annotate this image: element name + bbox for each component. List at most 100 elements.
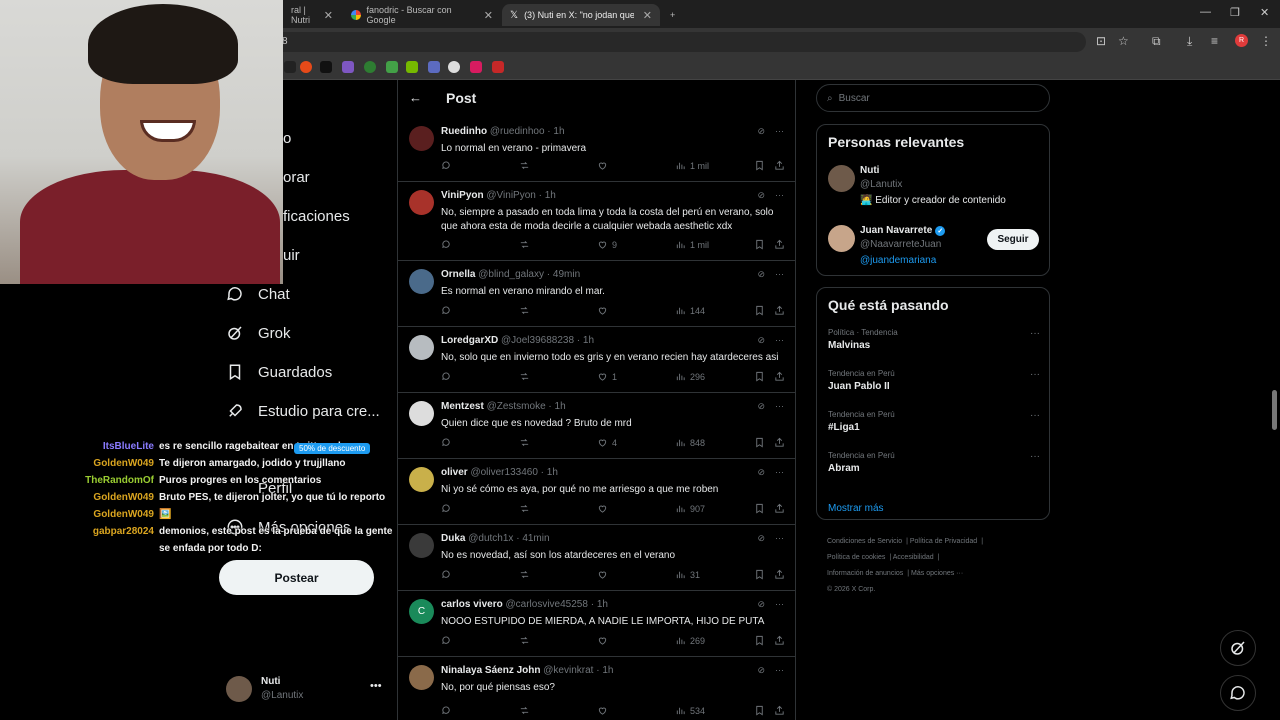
share-button[interactable] xyxy=(774,635,785,646)
bookmark-button[interactable] xyxy=(754,371,765,382)
media-icon[interactable]: ≡ xyxy=(1211,34,1218,48)
reply-button[interactable] xyxy=(441,371,452,382)
more-icon[interactable]: ··· xyxy=(1030,369,1040,380)
timestamp[interactable]: 1h xyxy=(553,126,564,137)
repost-button[interactable] xyxy=(519,305,530,316)
reply-button[interactable] xyxy=(441,160,452,171)
more-icon[interactable]: ··· xyxy=(1030,328,1040,339)
bookmark-button[interactable] xyxy=(754,705,765,716)
like-button[interactable] xyxy=(597,160,612,171)
timestamp[interactable]: 1h xyxy=(545,190,556,201)
trend-item[interactable]: Tendencia en Perú Abram ··· xyxy=(828,451,1040,474)
views-button[interactable]: 31 xyxy=(675,569,700,580)
like-button[interactable] xyxy=(597,705,612,716)
share-button[interactable] xyxy=(774,437,785,448)
share-button[interactable] xyxy=(774,503,785,514)
timestamp[interactable]: 49min xyxy=(553,269,580,280)
page-scrollbar[interactable] xyxy=(1272,390,1277,430)
share-button[interactable] xyxy=(774,371,785,382)
show-more-link[interactable]: Mostrar más xyxy=(828,503,884,514)
like-button[interactable]: 9 xyxy=(597,239,617,250)
reply-button[interactable] xyxy=(441,569,452,580)
trend-item[interactable]: Tendencia en Perú Juan Pablo II ··· xyxy=(828,369,1040,392)
author-handle[interactable]: @kevinkrat xyxy=(543,665,593,676)
timestamp[interactable]: 41min xyxy=(522,533,549,544)
grok-icon[interactable]: ⊘ xyxy=(757,335,765,346)
more-icon[interactable]: ··· xyxy=(1030,451,1040,462)
more-icon[interactable]: ··· xyxy=(775,335,784,346)
bookmark-button[interactable] xyxy=(754,635,765,646)
like-button[interactable]: 1 xyxy=(597,371,617,382)
bookmark-button[interactable] xyxy=(754,569,765,580)
more-icon[interactable]: ··· xyxy=(775,665,784,676)
repost-button[interactable] xyxy=(519,160,530,171)
nav-item-bookmarks[interactable]: Guardados xyxy=(226,357,332,387)
bookmark-button[interactable] xyxy=(754,503,765,514)
repost-button[interactable] xyxy=(519,371,530,382)
bookmark-icon[interactable] xyxy=(320,61,332,73)
grok-icon[interactable]: ⊘ xyxy=(757,533,765,544)
bookmark-icon[interactable] xyxy=(406,61,418,73)
reply-post[interactable]: Duka @dutch1x · 41min ⊘ ··· No es novedad, … xyxy=(398,525,795,591)
author-handle[interactable]: @dutch1x xyxy=(468,533,513,544)
reply-post[interactable]: Ornella @blind_galaxy · 49min ⊘ ··· Es norm… xyxy=(398,261,795,327)
footer-link[interactable]: Condiciones de Servicio xyxy=(827,538,902,545)
author-handle[interactable]: @ruedinhoo xyxy=(490,126,545,137)
reply-post[interactable]: Ruedinho @ruedinhoo · 1h ⊘ ··· Lo normal en… xyxy=(398,118,795,182)
more-icon[interactable]: ··· xyxy=(775,467,784,478)
bookmark-button[interactable] xyxy=(754,305,765,316)
nav-item-home[interactable]: o xyxy=(283,130,291,147)
back-arrow-icon[interactable]: ← xyxy=(409,90,422,105)
like-button[interactable] xyxy=(597,503,612,514)
close-window-button[interactable]: ✕ xyxy=(1260,6,1269,19)
bookmark-icon[interactable] xyxy=(342,61,354,73)
author-name[interactable]: Duka xyxy=(441,533,465,544)
install-app-icon[interactable]: ⊡ xyxy=(1096,34,1106,48)
more-icon[interactable]: ··· xyxy=(775,599,784,610)
bookmark-icon[interactable] xyxy=(428,61,440,73)
timestamp[interactable]: 1h xyxy=(555,401,566,412)
bookmark-icon[interactable] xyxy=(448,61,460,73)
author-name[interactable]: Mentzest xyxy=(441,401,484,412)
bookmark-icon[interactable] xyxy=(284,61,296,73)
nav-item-explore[interactable]: orar xyxy=(283,169,310,186)
like-button[interactable] xyxy=(597,569,612,580)
repost-button[interactable] xyxy=(519,635,530,646)
author-name[interactable]: Ninalaya Sáenz John xyxy=(441,665,540,676)
author-name[interactable]: oliver xyxy=(441,467,468,478)
author-handle[interactable]: @oliver133460 xyxy=(470,467,537,478)
nav-item-follow[interactable]: uir xyxy=(283,247,300,264)
messages-fab[interactable] xyxy=(1220,675,1256,711)
like-button[interactable] xyxy=(597,305,612,316)
author-name[interactable]: carlos vivero xyxy=(441,599,503,610)
share-button[interactable] xyxy=(774,160,785,171)
star-icon[interactable]: ☆ xyxy=(1118,34,1129,48)
trend-item[interactable]: Tendencia en Perú #Liga1 ··· xyxy=(828,410,1040,433)
timestamp[interactable]: 1h xyxy=(597,599,608,610)
author-handle[interactable]: @ViniPyon xyxy=(486,190,535,201)
repost-button[interactable] xyxy=(519,239,530,250)
reply-button[interactable] xyxy=(441,305,452,316)
reply-button[interactable] xyxy=(441,437,452,448)
repost-button[interactable] xyxy=(519,569,530,580)
repost-button[interactable] xyxy=(519,705,530,716)
reply-post[interactable]: ViniPyon @ViniPyon · 1h ⊘ ··· No, siempre a… xyxy=(398,182,795,261)
tab-nutri[interactable]: ral | Nutri ✕ xyxy=(283,4,341,26)
footer-link[interactable]: Accesibilidad xyxy=(893,554,934,561)
author-handle[interactable]: @blind_galaxy xyxy=(478,269,544,280)
more-icon[interactable]: ··· xyxy=(1030,410,1040,421)
repost-button[interactable] xyxy=(519,437,530,448)
more-icon[interactable]: ··· xyxy=(775,533,784,544)
views-button[interactable]: 1 mil xyxy=(675,239,709,250)
bookmark-icon[interactable] xyxy=(492,61,504,73)
close-tab-icon[interactable]: ✕ xyxy=(643,9,652,22)
share-button[interactable] xyxy=(774,239,785,250)
follow-button[interactable]: Seguir xyxy=(987,229,1039,250)
trend-item[interactable]: Política · Tendencia Malvinas ··· xyxy=(828,328,1040,351)
avatar[interactable] xyxy=(409,335,434,360)
restore-button[interactable]: ❐ xyxy=(1230,6,1240,19)
share-button[interactable] xyxy=(774,705,785,716)
reply-post[interactable]: Ccarlos vivero @carlosvive45258 · 1h ⊘ ···… xyxy=(398,591,795,657)
author-handle[interactable]: @Joel39688238 xyxy=(501,335,574,346)
footer-link[interactable]: Más opciones ··· xyxy=(911,570,963,577)
